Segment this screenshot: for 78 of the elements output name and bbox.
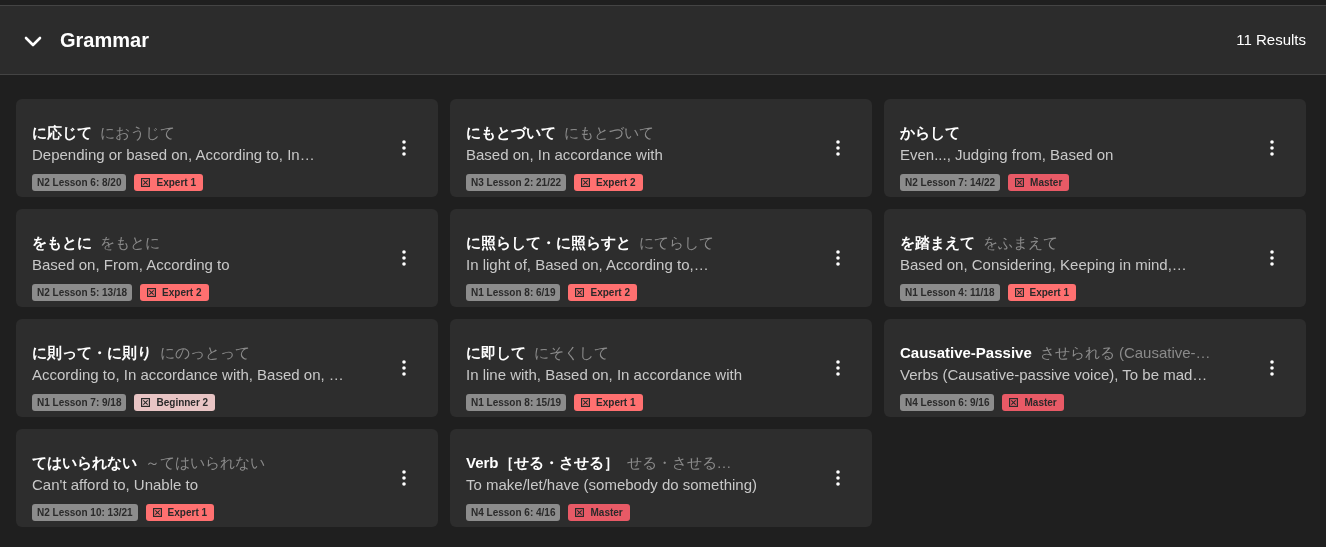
grammar-meaning: Can't afford to, Unable to bbox=[32, 476, 199, 494]
grammar-title: をもとに bbox=[32, 234, 92, 252]
lesson-badge: N1 Lesson 8: 6/19 bbox=[466, 283, 561, 301]
srs-level-badge: Expert 1 bbox=[1007, 283, 1076, 301]
grid-icon bbox=[581, 397, 591, 407]
grammar-title: に即して bbox=[466, 344, 526, 362]
grammar-title: Causative-Passive bbox=[900, 344, 1032, 362]
grammar-meaning: Based on, From, According to bbox=[32, 256, 230, 274]
lesson-badge: N3 Lesson 2: 21/22 bbox=[466, 173, 567, 191]
grid-icon bbox=[141, 397, 151, 407]
grammar-title: に照らして・に照らすと bbox=[466, 234, 631, 252]
grammar-title: てはいられない bbox=[32, 454, 137, 472]
grammar-card[interactable]: に則って・に則り にのっとって According to, In accordance with, Based on, … N1 Lesson 7: 9/18 Beginner 2 bbox=[16, 319, 438, 417]
grammar-meaning: Verbs (Causative-passive voice), To be mad… bbox=[900, 366, 1208, 384]
grammar-card[interactable]: を踏まえて をふまえて Based on, Considering, Keeping in mind,… N1 Lesson 4: 11/18 Expert 1 bbox=[884, 209, 1306, 307]
lesson-badge: N1 Lesson 8: 15/19 bbox=[466, 393, 567, 411]
grammar-reading: にてらして bbox=[639, 234, 714, 252]
grammar-reading: にそくして bbox=[534, 344, 609, 362]
grammar-meaning: Based on, Considering, Keeping in mind,… bbox=[900, 256, 1187, 274]
grammar-meaning: Depending or based on, According to, In… bbox=[32, 146, 315, 164]
grammar-reading: をもとに bbox=[100, 234, 160, 252]
grammar-card[interactable]: Causative-Passive させられる (Causative-… Verbs (Causative-passive voice), To be mad… N4 Lesson 6: 9/16 Master bbox=[884, 319, 1306, 417]
grammar-reading: させられる (Causative-… bbox=[1039, 344, 1211, 362]
srs-level-badge: Expert 2 bbox=[574, 173, 643, 191]
srs-level-badge: Master bbox=[1002, 393, 1064, 411]
grid-icon bbox=[147, 287, 157, 297]
grammar-meaning: Based on, In accordance with bbox=[466, 146, 663, 164]
srs-level-badge: Expert 2 bbox=[568, 283, 637, 301]
srs-level-badge: Master bbox=[1008, 173, 1070, 191]
grammar-reading: をふまえて bbox=[983, 234, 1058, 252]
grammar-title: を踏まえて bbox=[900, 234, 975, 252]
grammar-title: からして bbox=[900, 124, 960, 142]
lesson-badge: N4 Lesson 6: 4/16 bbox=[466, 503, 561, 521]
grammar-reading: せる・させる… bbox=[626, 454, 732, 472]
grid-icon bbox=[575, 507, 585, 517]
lesson-badge: N1 Lesson 4: 11/18 bbox=[900, 283, 1000, 301]
grammar-card[interactable]: に即して にそくして In line with, Based on, In accordance with N1 Lesson 8: 15/19 Expert 1 bbox=[450, 319, 872, 417]
lesson-badge: N1 Lesson 7: 9/18 bbox=[32, 393, 127, 411]
grid-icon bbox=[1014, 287, 1024, 297]
grammar-card[interactable]: に照らして・に照らすと にてらして In light of, Based on, According to,… N1 Lesson 8: 6/19 Expert 2 bbox=[450, 209, 872, 307]
grammar-card[interactable]: をもとに をもとに Based on, From, According to N2 Lesson 5: 13/18 Expert 2 bbox=[16, 209, 438, 307]
section-title: Grammar bbox=[60, 28, 149, 53]
grid-icon bbox=[152, 507, 162, 517]
grid-icon bbox=[581, 177, 591, 187]
grid-icon bbox=[141, 177, 151, 187]
results-count: 11 Results bbox=[1236, 29, 1306, 50]
srs-level-badge: Expert 1 bbox=[134, 173, 203, 191]
grammar-meaning: In light of, Based on, According to,… bbox=[466, 256, 709, 274]
grammar-meaning: To make/let/have (somebody do something) bbox=[466, 476, 757, 494]
grammar-card[interactable]: Verb［せる・させる］ せる・させる… To make/let/have (somebody do something) N4 Lesson 6: 4/16 Master bbox=[450, 429, 872, 527]
lesson-badge: N2 Lesson 7: 14/22 bbox=[900, 173, 1001, 191]
grammar-meaning: Even..., Judging from, Based on bbox=[900, 146, 1114, 164]
grammar-title: Verb［せる・させる］ bbox=[466, 454, 619, 472]
grid-icon bbox=[575, 287, 585, 297]
srs-level-badge: Beginner 2 bbox=[134, 393, 216, 411]
lesson-badge: N2 Lesson 10: 13/21 bbox=[32, 503, 138, 521]
grammar-card[interactable]: に応じて におうじて Depending or based on, According to, In… N2 Lesson 6: 8/20 Expert 1 bbox=[16, 99, 438, 197]
lesson-badge: N2 Lesson 5: 13/18 bbox=[32, 283, 133, 301]
grammar-meaning: In line with, Based on, In accordance with bbox=[466, 366, 742, 384]
grammar-card[interactable]: にもとづいて にもとづいて Based on, In accordance with N3 Lesson 2: 21/22 Expert 2 bbox=[450, 99, 872, 197]
grammar-card[interactable]: からして Even..., Judging from, Based on N2 Lesson 7: 14/22 Master bbox=[884, 99, 1306, 197]
grammar-meaning: According to, In accordance with, Based on, … bbox=[32, 366, 344, 384]
grammar-reading: ～てはいられない bbox=[145, 454, 265, 472]
srs-level-badge: Expert 1 bbox=[145, 503, 215, 521]
grammar-reading: におうじて bbox=[100, 124, 175, 142]
grid-icon bbox=[1009, 397, 1019, 407]
srs-level-badge: Master bbox=[568, 503, 630, 521]
lesson-badge: N2 Lesson 6: 8/20 bbox=[32, 173, 127, 191]
grammar-title: に則って・に則り bbox=[32, 344, 152, 362]
grammar-title: にもとづいて bbox=[466, 124, 556, 142]
grammar-reading: にもとづいて bbox=[564, 124, 654, 142]
srs-level-badge: Expert 2 bbox=[140, 283, 209, 301]
srs-level-badge: Expert 1 bbox=[574, 393, 643, 411]
lesson-badge: N4 Lesson 6: 9/16 bbox=[900, 393, 995, 411]
grid-icon bbox=[1015, 177, 1025, 187]
grammar-reading: にのっとって bbox=[160, 344, 250, 362]
grammar-title: に応じて bbox=[32, 124, 92, 142]
grammar-card[interactable]: てはいられない ～てはいられない Can't afford to, Unable to N2 Lesson 10: 13/21 Expert 1 bbox=[16, 429, 438, 527]
